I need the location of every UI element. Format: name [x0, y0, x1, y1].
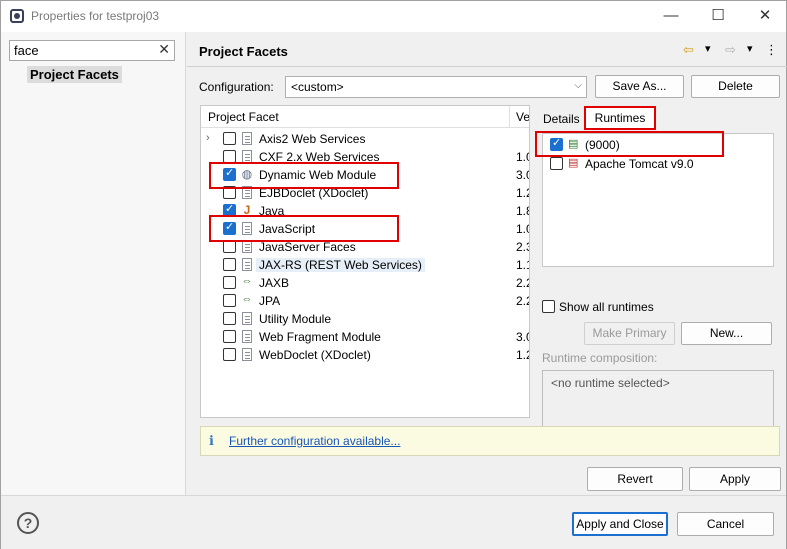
title-bar: Properties for testproj03 — ☐ ✕	[1, 1, 786, 32]
filter-input[interactable]: face ✕	[9, 40, 175, 61]
facet-version: 3.0	[516, 168, 529, 182]
delete-button[interactable]: Delete	[691, 75, 780, 98]
facet-label: Axis2 Web Services	[259, 132, 366, 146]
back-menu-icon[interactable]: ▾	[705, 42, 711, 55]
save-as-button[interactable]: Save As...	[595, 75, 684, 98]
more-options-icon[interactable]: ⋮	[765, 42, 778, 58]
configuration-value: <custom>	[291, 80, 344, 94]
configuration-select[interactable]: <custom> ⌵	[285, 76, 587, 98]
facet-version: 1.1	[516, 258, 529, 272]
facet-checkbox[interactable]	[223, 348, 236, 361]
facet-icon	[242, 348, 252, 361]
facet-checkbox[interactable]	[223, 312, 236, 325]
facet-label: JAX-RS (REST Web Services)	[256, 258, 425, 272]
runtime-label: Apache Tomcat v9.0	[585, 157, 694, 171]
info-bar: ℹ Further configuration available...	[200, 426, 780, 456]
tab-runtimes[interactable]: Runtimes	[584, 106, 656, 130]
runtime-checkbox[interactable]	[550, 157, 563, 170]
apply-button[interactable]: Apply	[689, 467, 781, 491]
facet-checkbox[interactable]	[223, 276, 236, 289]
facet-version: 1.2	[516, 348, 529, 362]
further-configuration-link[interactable]: Further configuration available...	[229, 434, 400, 448]
jpa-icon: ⇔	[241, 293, 253, 305]
jaxb-icon: ⇔	[241, 275, 253, 287]
facets-page: Project Facets ⇦ ▾ ⇨ ▾ ⋮ Configuration: …	[187, 32, 787, 495]
highlight-runtime-9000	[535, 131, 724, 157]
facet-label: Web Fragment Module	[259, 330, 381, 344]
forward-arrow-icon[interactable]: ⇨	[725, 42, 736, 58]
facet-version: 1.2	[516, 186, 529, 200]
facet-version: 1.0	[516, 150, 529, 164]
minimize-button[interactable]: —	[656, 6, 686, 26]
facet-row[interactable]: ⇔ JPA 2.2	[201, 292, 529, 310]
facet-label: WebDoclet (XDoclet)	[259, 348, 371, 362]
runtime-composition-label: Runtime composition:	[542, 351, 658, 365]
category-pane: face ✕ Project Facets	[1, 32, 186, 495]
facet-icon	[242, 132, 252, 145]
facet-version: 3.0	[516, 330, 529, 344]
facet-version: 1.8	[516, 204, 529, 218]
facet-checkbox[interactable]	[223, 132, 236, 145]
facet-checkbox[interactable]	[223, 258, 236, 271]
facet-row[interactable]: JAX-RS (REST Web Services) 1.1	[201, 256, 529, 274]
make-primary-button[interactable]: Make Primary	[584, 322, 675, 345]
server-error-icon: ▤	[568, 157, 579, 169]
forward-menu-icon[interactable]: ▾	[747, 42, 753, 55]
page-nav: ⇦ ▾ ⇨ ▾ ⋮	[683, 42, 779, 60]
facet-label: JAXB	[259, 276, 290, 290]
facet-checkbox[interactable]	[223, 330, 236, 343]
facet-row[interactable]: › Axis2 Web Services	[201, 130, 529, 148]
facet-version: 2.2	[516, 294, 529, 308]
facet-version: 1.0	[516, 222, 529, 236]
apply-and-close-button[interactable]: Apply and Close	[572, 512, 668, 536]
header-divider	[187, 66, 787, 67]
runtime-composition-value: <no runtime selected>	[551, 376, 670, 390]
eclipse-app-icon	[10, 9, 24, 23]
facet-row[interactable]: ⇔ JAXB 2.2	[201, 274, 529, 292]
details-runtimes-panel: Details Runtimes ▤ (9000) ▤ Apache Tomca…	[534, 105, 778, 442]
expand-icon[interactable]: ›	[206, 132, 210, 144]
facet-checkbox[interactable]	[223, 294, 236, 307]
page-title: Project Facets	[199, 44, 288, 59]
maximize-button[interactable]: ☐	[703, 6, 733, 26]
highlight-dynamic-web-module	[209, 162, 399, 189]
column-header-version[interactable]: Ve	[510, 106, 529, 128]
facet-icon	[242, 330, 252, 343]
runtime-row[interactable]: ▤ Apache Tomcat v9.0	[543, 155, 773, 173]
properties-dialog: Properties for testproj03 — ☐ ✕ face ✕ P…	[0, 0, 787, 549]
tab-details[interactable]: Details	[543, 109, 580, 129]
facet-row[interactable]: Utility Module	[201, 310, 529, 328]
info-icon: ℹ	[209, 433, 214, 448]
column-header-facet[interactable]: Project Facet	[201, 106, 510, 128]
window-title: Properties for testproj03	[31, 9, 160, 23]
facet-row[interactable]: WebDoclet (XDoclet) 1.2	[201, 346, 529, 364]
facet-version: 2.3	[516, 240, 529, 254]
close-button[interactable]: ✕	[750, 6, 780, 26]
facet-label: JavaServer Faces	[259, 240, 356, 254]
facet-table: Project Facet Ve › Axis2 Web Services CX…	[200, 105, 530, 418]
chevron-down-icon: ⌵	[574, 80, 582, 91]
filter-value: face	[14, 43, 39, 58]
facet-icon	[242, 258, 252, 271]
cancel-button[interactable]: Cancel	[677, 512, 774, 536]
configuration-label: Configuration:	[199, 80, 274, 94]
dialog-footer: ? Apply and Close Cancel	[1, 495, 786, 549]
facet-icon	[242, 312, 252, 325]
back-arrow-icon[interactable]: ⇦	[683, 42, 694, 58]
facet-label: JPA	[259, 294, 281, 308]
show-all-checkbox[interactable]	[542, 300, 555, 313]
highlight-javascript	[209, 215, 399, 242]
clear-filter-icon[interactable]: ✕	[158, 41, 170, 58]
new-runtime-button[interactable]: New...	[681, 322, 772, 345]
tree-item-project-facets[interactable]: Project Facets	[27, 66, 122, 83]
facet-label: Utility Module	[259, 312, 332, 326]
facet-row[interactable]: Web Fragment Module 3.0	[201, 328, 529, 346]
show-all-label: Show all runtimes	[559, 300, 654, 314]
help-icon[interactable]: ?	[17, 512, 39, 534]
revert-button[interactable]: Revert	[587, 467, 683, 491]
facet-version: 2.2	[516, 276, 529, 290]
